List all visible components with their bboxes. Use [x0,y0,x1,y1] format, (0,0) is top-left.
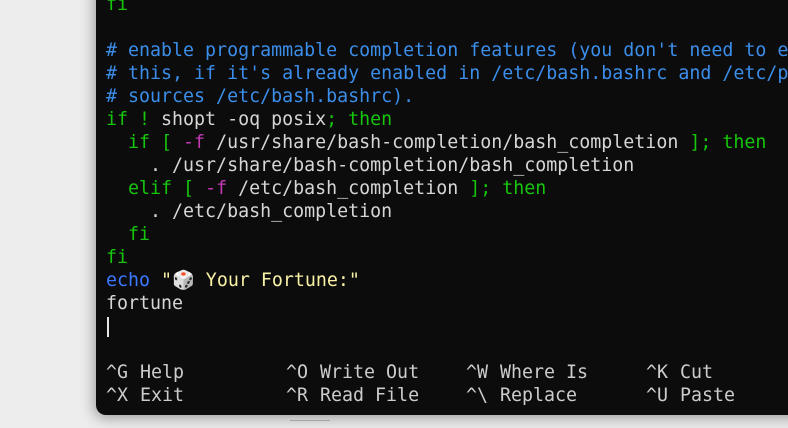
code-token: shopt -oq posix [161,109,327,130]
shortcut-help[interactable]: ^G Help [106,361,184,384]
code-token: ]; then [469,178,547,199]
code-line: echo "🎲 Your Fortune:" [106,269,788,292]
code-token: fi [106,224,151,245]
shortcut-key: ^G [106,362,129,383]
code-line: elif [ -f /etc/bash_completion ]; then [106,177,788,200]
shortcut-label: Exit [140,385,185,406]
background-divider [290,420,330,421]
shortcut-key: ^\ [466,385,489,406]
shortcut-label: Replace [500,385,578,406]
nano-editor-text-area[interactable]: fi # enable programmable completion featu… [106,0,788,338]
code-token: -f [205,178,228,199]
code-token: . /etc/bash_completion [106,201,393,222]
code-token: elif [ [106,178,206,199]
code-token: fi [106,0,129,15]
code-token: . /usr/share/bash-completion/bash_comple… [106,155,635,176]
code-token: /usr/share/bash-completion/bash_completi… [205,132,690,153]
code-token: # enable programmable completion feature… [106,40,788,61]
shortcut-replace[interactable]: ^\ Replace [466,384,577,407]
code-line: # enable programmable completion feature… [106,39,788,62]
code-token: if [ [106,132,184,153]
shortcut-label: Write Out [320,362,420,383]
terminal-window[interactable]: fi # enable programmable completion featu… [96,0,788,415]
code-line: . /etc/bash_completion [106,200,788,223]
shortcut-key: ^U [646,385,669,406]
shortcut-label: Paste [680,385,736,406]
shortcut-key: ^O [286,362,309,383]
shortcut-exit[interactable]: ^X Exit [106,384,184,407]
code-token: echo [106,270,151,291]
text-cursor [107,317,109,337]
code-line: if ! shopt -oq posix; then [106,108,788,131]
code-token: ; then [326,109,393,130]
shortcut-key: ^W [466,362,489,383]
shortcut-key: ^X [106,385,129,406]
shortcut-label: Help [140,362,185,383]
shortcut-write-out[interactable]: ^O Write Out [286,361,419,384]
code-line: fortune [106,292,788,315]
code-line: fi [106,223,788,246]
shortcut-paste[interactable]: ^U Paste [646,384,735,407]
code-line: fi [106,246,788,269]
code-line: # sources /etc/bash.bashrc). [106,85,788,108]
code-token: -f [183,132,206,153]
code-token: fortune [106,293,184,314]
code-token: ]; then [689,132,767,153]
code-line: fi [106,0,788,16]
code-line: . /usr/share/bash-completion/bash_comple… [106,154,788,177]
shortcut-read-file[interactable]: ^R Read File [286,384,419,407]
code-token: /etc/bash_completion [227,178,470,199]
code-token: if ! [106,109,162,130]
code-token: "🎲 Your Fortune:" [150,270,360,291]
shortcut-where-is[interactable]: ^W Where Is [466,361,588,384]
code-line: # this, if it's already enabled in /etc/… [106,62,788,85]
shortcut-label: Where Is [500,362,589,383]
shortcut-key: ^R [286,385,309,406]
shortcut-key: ^K [646,362,669,383]
cursor-line[interactable] [106,315,788,338]
code-token: # this, if it's already enabled in /etc/… [106,63,788,84]
code-token: # sources /etc/bash.bashrc). [106,86,415,107]
code-line: if [ -f /usr/share/bash-completion/bash_… [106,131,788,154]
code-token: fi [106,247,129,268]
shortcut-cut[interactable]: ^K Cut [646,361,713,384]
shortcut-label: Cut [680,362,714,383]
shortcut-label: Read File [320,385,420,406]
